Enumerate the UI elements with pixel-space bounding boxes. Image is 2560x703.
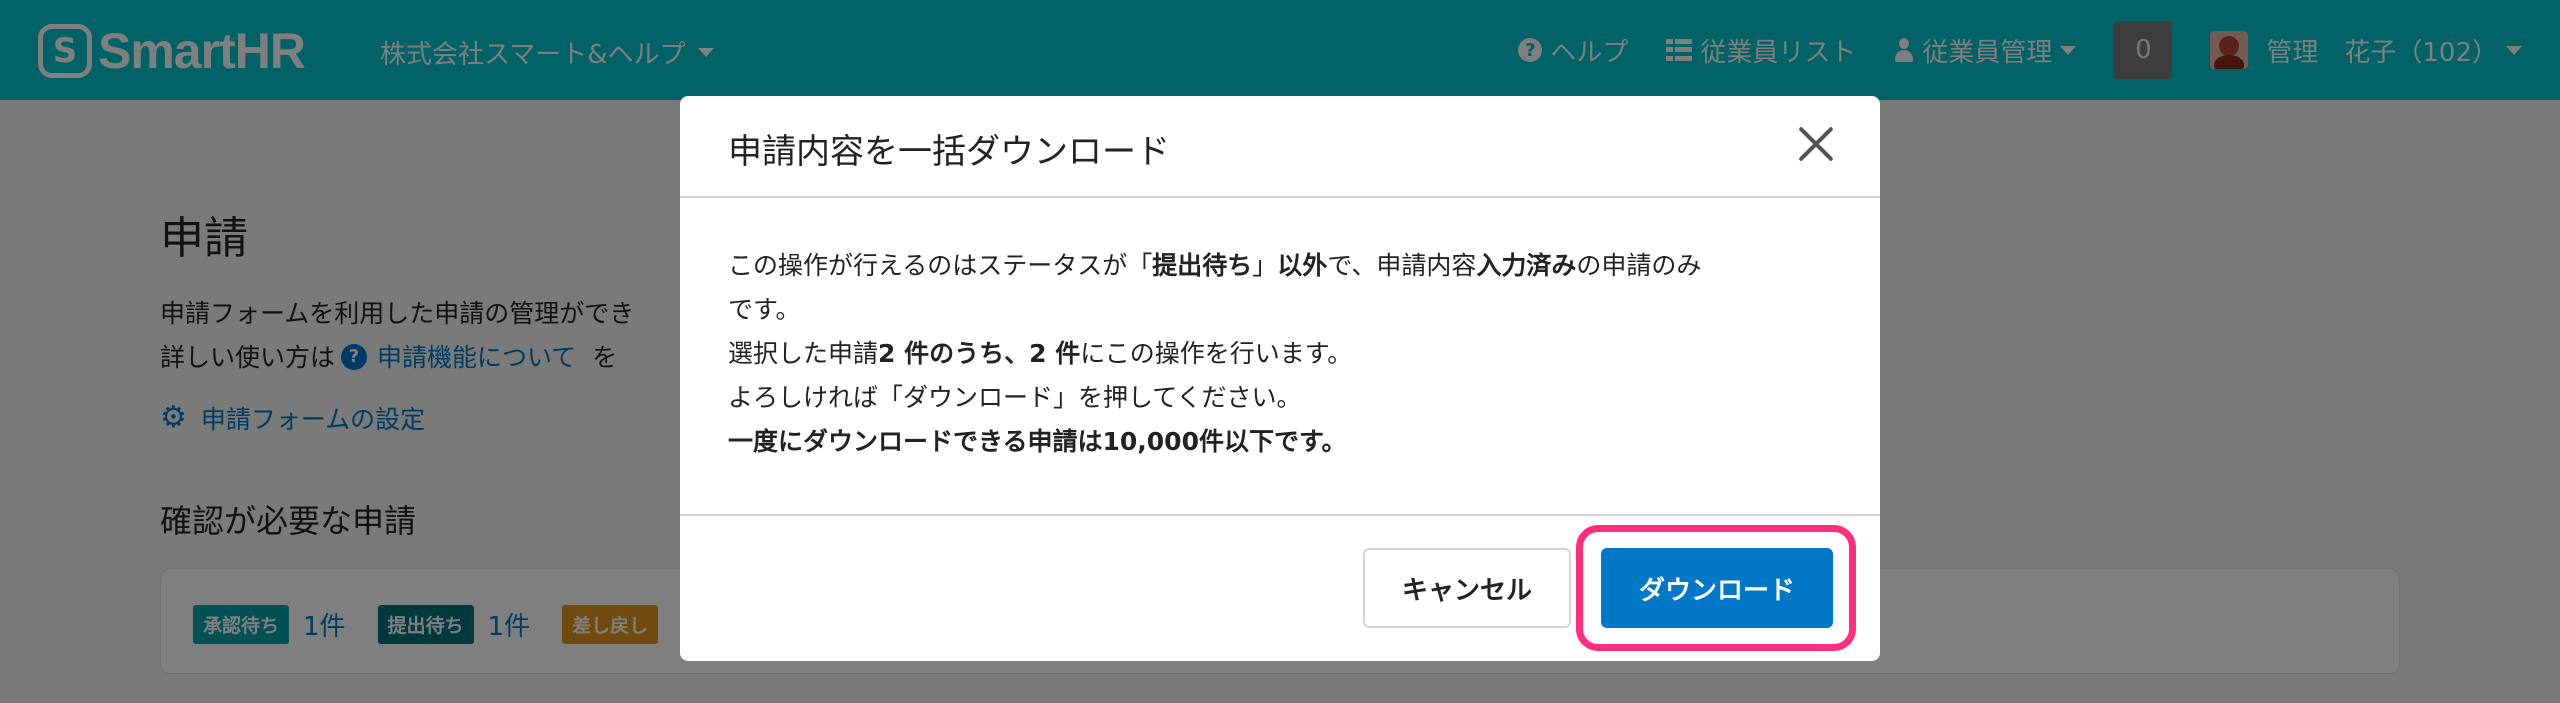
dialog-body: この操作が行えるのはステータスが「提出待ち」以外で、申請内容入力済みの申請のみ … (728, 244, 1832, 464)
dialog-title: 申請内容を一括ダウンロード (728, 132, 1170, 172)
body-line-1: この操作が行えるのはステータスが「提出待ち」以外で、申請内容入力済みの申請のみ (728, 251, 1702, 280)
cancel-button[interactable]: キャンセル (1363, 548, 1571, 628)
body-line-2: です。 (728, 295, 801, 324)
body-line-5: 一度にダウンロードできる申請は10,000件以下です。 (728, 427, 1347, 456)
dialog-divider (680, 514, 1880, 516)
dialog-header: 申請内容を一括ダウンロード (680, 96, 1880, 198)
bulk-download-dialog: 申請内容を一括ダウンロード この操作が行えるのはステータスが「提出待ち」以外で、… (680, 96, 1880, 661)
body-line-3: 選択した申請2 件のうち、2 件にこの操作を行います。 (728, 339, 1353, 368)
close-icon[interactable] (1796, 124, 1836, 164)
download-button[interactable]: ダウンロード (1601, 548, 1833, 628)
body-line-4: よろしければ「ダウンロード」を押してください。 (728, 383, 1302, 412)
